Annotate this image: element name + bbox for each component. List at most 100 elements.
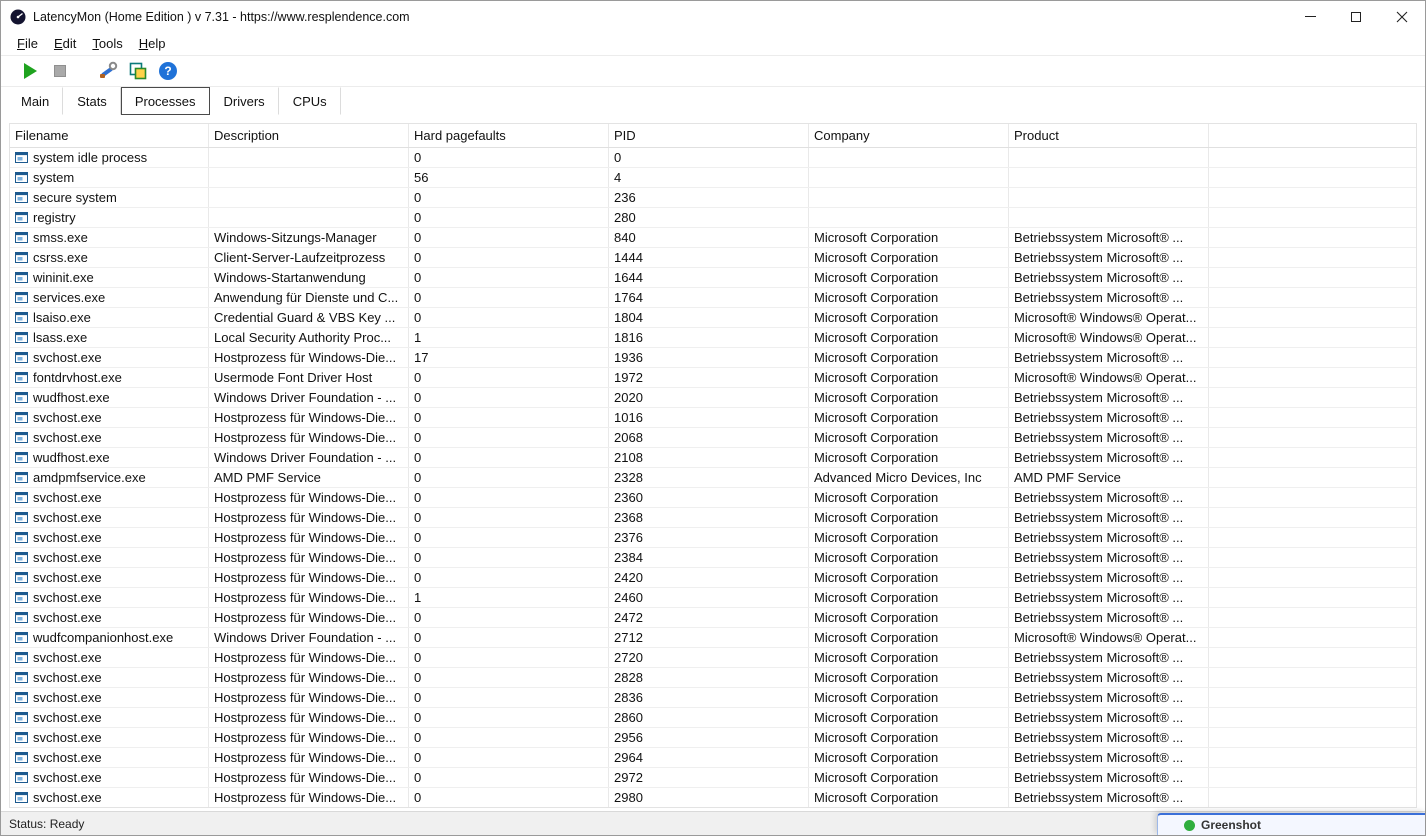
process-row[interactable]: registry 0 280 (10, 208, 1416, 228)
process-row[interactable]: svchost.exe Hostprozess für Windows-Die.… (10, 408, 1416, 428)
process-row[interactable]: svchost.exe Hostprozess für Windows-Die.… (10, 788, 1416, 808)
greenshot-toast[interactable]: Greenshot (1157, 813, 1425, 835)
process-row[interactable]: svchost.exe Hostprozess für Windows-Die.… (10, 608, 1416, 628)
process-pid: 2956 (609, 728, 809, 747)
process-pid: 2472 (609, 608, 809, 627)
processes-page: Filename Description Hard pagefaults PID… (1, 115, 1425, 811)
process-filename: svchost.exe (33, 730, 102, 745)
process-row[interactable]: svchost.exe Hostprozess für Windows-Die.… (10, 768, 1416, 788)
process-filler-cell (1209, 328, 1416, 347)
column-header-product[interactable]: Product (1009, 124, 1209, 147)
stop-monitor-button[interactable] (45, 58, 75, 84)
process-pid: 2384 (609, 548, 809, 567)
process-product: Microsoft® Windows® Operat... (1009, 628, 1209, 647)
start-monitor-button[interactable] (15, 58, 45, 84)
help-button[interactable]: ? (153, 58, 183, 84)
process-filename: svchost.exe (33, 430, 102, 445)
tab-drivers[interactable]: Drivers (210, 87, 279, 115)
process-row[interactable]: system 56 4 (10, 168, 1416, 188)
process-row[interactable]: lsass.exe Local Security Authority Proc.… (10, 328, 1416, 348)
process-filename-cell: amdpmfservice.exe (10, 468, 209, 487)
process-row[interactable]: svchost.exe Hostprozess für Windows-Die.… (10, 728, 1416, 748)
process-icon (15, 352, 28, 363)
process-product: Betriebssystem Microsoft® ... (1009, 248, 1209, 267)
process-filler-cell (1209, 248, 1416, 267)
process-hard-pagefaults: 0 (409, 248, 609, 267)
column-header-company[interactable]: Company (809, 124, 1009, 147)
tab-processes[interactable]: Processes (121, 87, 210, 115)
process-row[interactable]: svchost.exe Hostprozess für Windows-Die.… (10, 548, 1416, 568)
process-icon (15, 772, 28, 783)
process-row[interactable]: svchost.exe Hostprozess für Windows-Die.… (10, 528, 1416, 548)
process-row[interactable]: svchost.exe Hostprozess für Windows-Die.… (10, 668, 1416, 688)
tab-main[interactable]: Main (7, 87, 63, 115)
process-pid: 2360 (609, 488, 809, 507)
process-row[interactable]: wininit.exe Windows-Startanwendung 0 164… (10, 268, 1416, 288)
menu-file[interactable]: File (9, 34, 46, 53)
process-filename-cell: svchost.exe (10, 568, 209, 587)
column-header-filename[interactable]: Filename (10, 124, 209, 147)
process-filename-cell: lsaiso.exe (10, 308, 209, 327)
process-hard-pagefaults: 0 (409, 768, 609, 787)
maximize-button[interactable] (1333, 1, 1379, 32)
process-row[interactable]: svchost.exe Hostprozess für Windows-Die.… (10, 568, 1416, 588)
process-row[interactable]: lsaiso.exe Credential Guard & VBS Key ..… (10, 308, 1416, 328)
drivers-tool-button[interactable] (93, 58, 123, 84)
process-description: Hostprozess für Windows-Die... (209, 768, 409, 787)
process-pid: 1936 (609, 348, 809, 367)
process-row[interactable]: svchost.exe Hostprozess für Windows-Die.… (10, 648, 1416, 668)
process-row[interactable]: wudfhost.exe Windows Driver Foundation -… (10, 448, 1416, 468)
process-icon (15, 472, 28, 483)
process-row[interactable]: svchost.exe Hostprozess für Windows-Die.… (10, 488, 1416, 508)
process-hard-pagefaults: 0 (409, 268, 609, 287)
column-header-hard-pagefaults[interactable]: Hard pagefaults (409, 124, 609, 147)
process-row[interactable]: system idle process 0 0 (10, 148, 1416, 168)
process-hard-pagefaults: 0 (409, 748, 609, 767)
process-filename-cell: wudfhost.exe (10, 448, 209, 467)
process-icon (15, 232, 28, 243)
menu-tools[interactable]: Tools (84, 34, 130, 53)
process-filename-cell: svchost.exe (10, 788, 209, 807)
process-row[interactable]: services.exe Anwendung für Dienste und C… (10, 288, 1416, 308)
process-row[interactable]: fontdrvhost.exe Usermode Font Driver Hos… (10, 368, 1416, 388)
process-icon (15, 752, 28, 763)
column-header-description[interactable]: Description (209, 124, 409, 147)
menu-help[interactable]: Help (131, 34, 174, 53)
process-pid: 1804 (609, 308, 809, 327)
process-filler-cell (1209, 608, 1416, 627)
process-row[interactable]: smss.exe Windows-Sitzungs-Manager 0 840 … (10, 228, 1416, 248)
process-description: Windows-Sitzungs-Manager (209, 228, 409, 247)
process-row[interactable]: amdpmfservice.exe AMD PMF Service 0 2328… (10, 468, 1416, 488)
menu-edit[interactable]: Edit (46, 34, 84, 53)
process-row[interactable]: secure system 0 236 (10, 188, 1416, 208)
process-company: Microsoft Corporation (809, 228, 1009, 247)
process-hard-pagefaults: 0 (409, 728, 609, 747)
titlebar: LatencyMon (Home Edition ) v 7.31 - http… (1, 1, 1425, 32)
process-row[interactable]: svchost.exe Hostprozess für Windows-Die.… (10, 748, 1416, 768)
process-company (809, 188, 1009, 207)
process-hard-pagefaults: 0 (409, 508, 609, 527)
tab-stats[interactable]: Stats (63, 87, 121, 115)
close-button[interactable] (1379, 1, 1425, 32)
process-product: Betriebssystem Microsoft® ... (1009, 488, 1209, 507)
minimize-button[interactable] (1287, 1, 1333, 32)
process-row[interactable]: svchost.exe Hostprozess für Windows-Die.… (10, 508, 1416, 528)
process-filler-cell (1209, 288, 1416, 307)
process-row[interactable]: svchost.exe Hostprozess für Windows-Die.… (10, 708, 1416, 728)
process-company: Microsoft Corporation (809, 648, 1009, 667)
process-row[interactable]: svchost.exe Hostprozess für Windows-Die.… (10, 428, 1416, 448)
process-row[interactable]: wudfcompanionhost.exe Windows Driver Fou… (10, 628, 1416, 648)
column-header-pid[interactable]: PID (609, 124, 809, 147)
process-row[interactable]: svchost.exe Hostprozess für Windows-Die.… (10, 348, 1416, 368)
process-company: Microsoft Corporation (809, 728, 1009, 747)
tab-cpus[interactable]: CPUs (279, 87, 341, 115)
process-row[interactable]: svchost.exe Hostprozess für Windows-Die.… (10, 588, 1416, 608)
process-filename-cell: lsass.exe (10, 328, 209, 347)
process-row[interactable]: svchost.exe Hostprozess für Windows-Die.… (10, 688, 1416, 708)
process-row[interactable]: csrss.exe Client-Server-Laufzeitprozess … (10, 248, 1416, 268)
process-row[interactable]: wudfhost.exe Windows Driver Foundation -… (10, 388, 1416, 408)
process-filler-cell (1209, 488, 1416, 507)
process-windows-button[interactable] (123, 58, 153, 84)
play-icon (24, 63, 37, 79)
process-filler-cell (1209, 668, 1416, 687)
